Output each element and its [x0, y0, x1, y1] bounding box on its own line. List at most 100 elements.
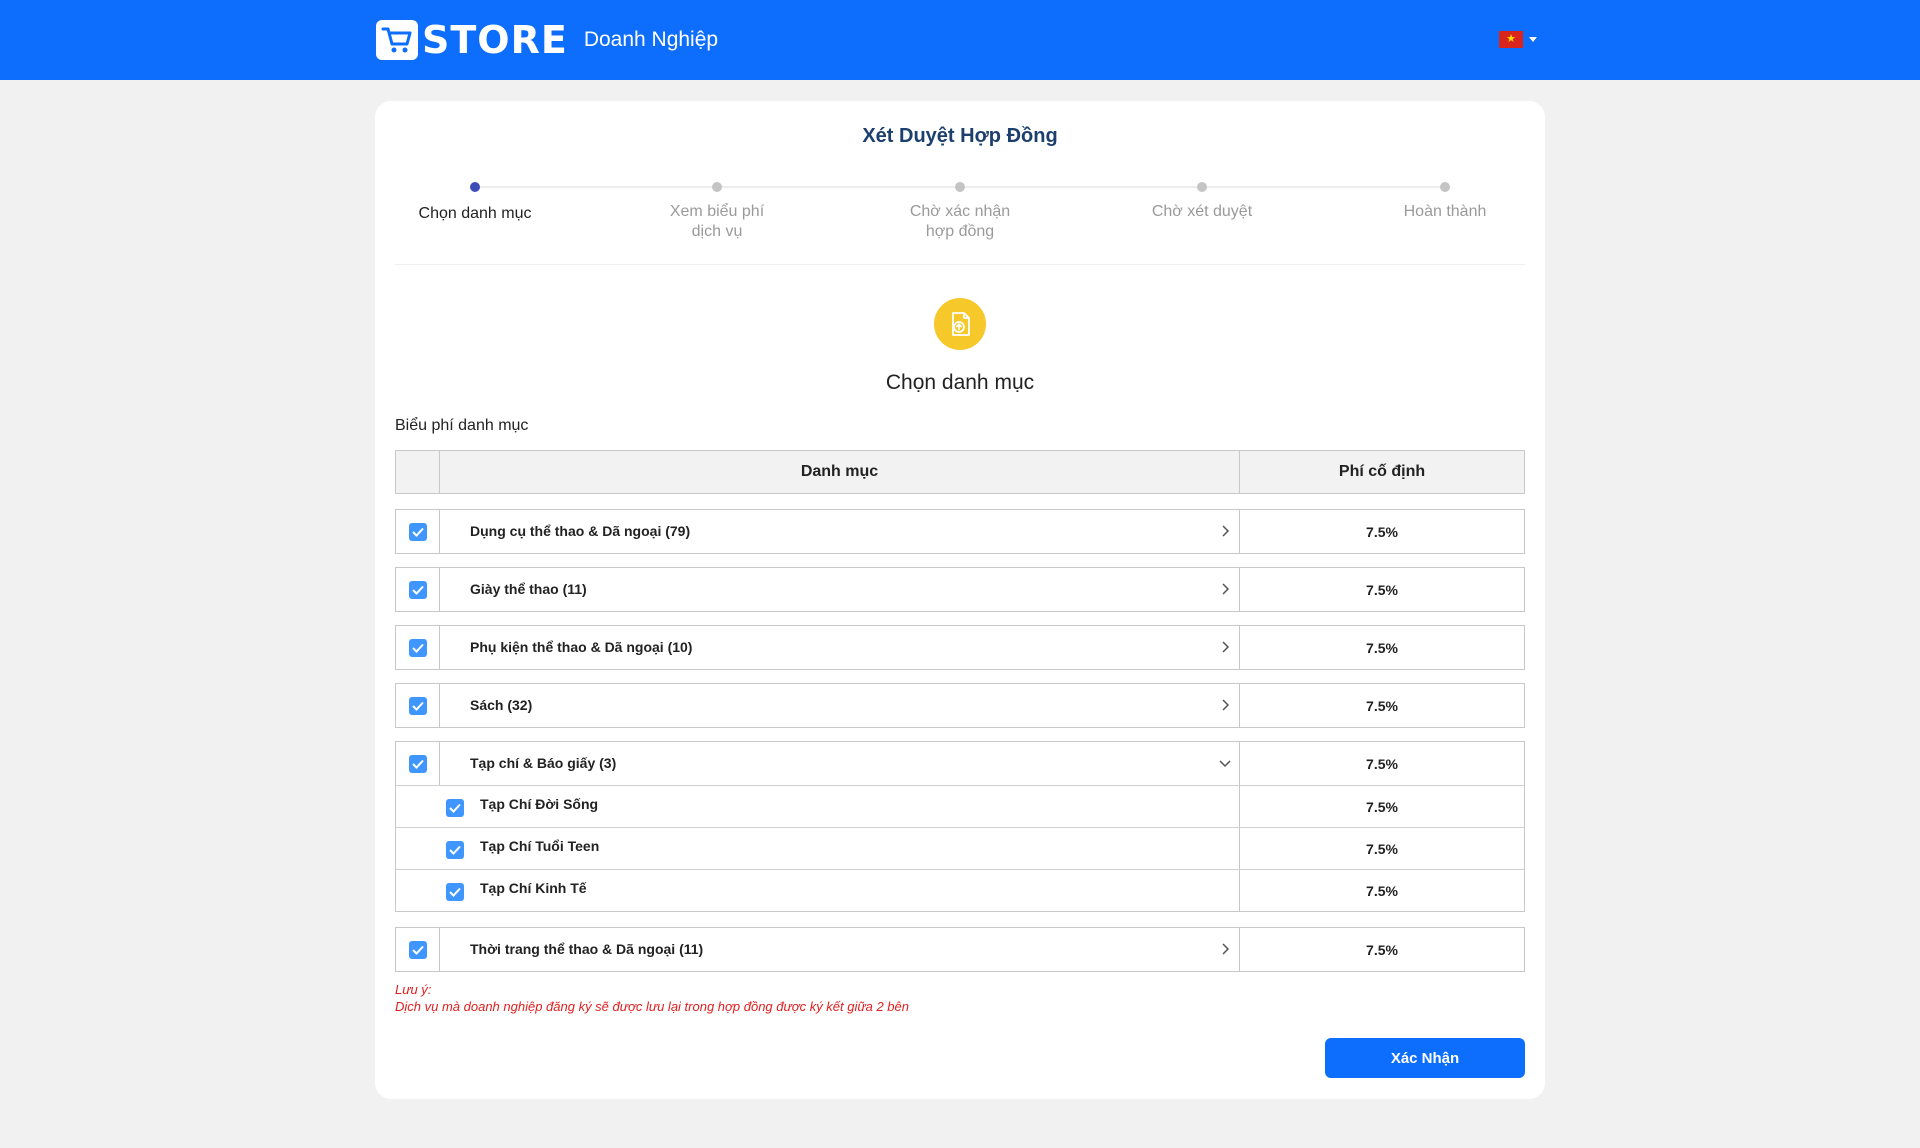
category-cell: Giày thể thao (11)	[440, 568, 1240, 611]
category-cell: Sách (32)	[440, 684, 1240, 727]
subcategory-checkbox[interactable]	[446, 883, 464, 901]
fee-cell: 7.5%	[1366, 697, 1398, 714]
document-upload-icon	[934, 298, 986, 350]
checkbox-cell	[396, 626, 440, 669]
fee-cell: 7.5%	[1366, 882, 1398, 899]
category-name: Thời trang thể thao & Dã ngoại (11)	[470, 941, 704, 957]
checkbox-cell	[396, 568, 440, 611]
step-dot	[955, 182, 965, 192]
category-checkbox[interactable]	[409, 523, 427, 541]
step-await-review: Chờ xét duyệt	[1122, 179, 1282, 222]
category-row-main: Sách (32) 7.5%	[396, 684, 1524, 727]
category-cell: Dụng cụ thể thao & Dã ngoại (79)	[440, 510, 1240, 553]
note-text: Dịch vụ mà doanh nghiệp đăng ký sẽ được …	[395, 999, 909, 1014]
note: Lưu ý: Dịch vụ mà doanh nghiệp đăng ký s…	[395, 981, 909, 1015]
progress-stepper: Chọn danh mục Xem biểu phí dịch vụ Chờ x…	[395, 179, 1525, 259]
category-row: Giày thể thao (11) 7.5%	[395, 567, 1525, 612]
step-label: Xem biểu phí dịch vụ	[669, 203, 765, 240]
category-name: Dụng cụ thể thao & Dã ngoại (79)	[470, 523, 691, 539]
divider	[395, 264, 1525, 265]
shopping-cart-icon	[376, 20, 418, 60]
header-fixed-fee: Phí cố định	[1338, 463, 1426, 480]
logo[interactable]: STORE Doanh Nghiệp	[376, 20, 718, 60]
category-row-expanded: Tạp chí & Báo giấy (3) 7.5% Tạp Chí Đời …	[395, 741, 1525, 912]
category-row-main: Giày thể thao (11) 7.5%	[396, 568, 1524, 611]
chevron-right-icon[interactable]	[1218, 640, 1232, 654]
subcategory-name: Tạp Chí Đời Sống	[480, 796, 599, 812]
step-dot-active	[470, 182, 480, 192]
category-name: Tạp chí & Báo giấy (3)	[470, 755, 617, 771]
category-cell: Phụ kiện thể thao & Dã ngoại (10)	[440, 626, 1240, 669]
caret-down-icon	[1529, 37, 1537, 42]
page-title: Xét Duyệt Hợp Đồng	[862, 125, 1058, 147]
subcategory-row: Tạp Chí Tuổi Teen 7.5%	[396, 827, 1524, 869]
note-title: Lưu ý:	[395, 982, 432, 997]
contract-review-card: Xét Duyệt Hợp Đồng Chọn danh mục Xem biể…	[375, 101, 1545, 1099]
step-dot	[1197, 182, 1207, 192]
category-cell: Thời trang thể thao & Dã ngoại (11)	[440, 928, 1240, 971]
checkbox-cell	[396, 684, 440, 727]
category-row: Dụng cụ thể thao & Dã ngoại (79) 7.5%	[395, 509, 1525, 554]
section-title: Chọn danh mục	[885, 371, 1035, 394]
subcategory-row: Tạp Chí Đời Sống 7.5%	[396, 785, 1524, 827]
subcategory-name: Tạp Chí Kinh Tế	[480, 880, 587, 896]
fee-cell: 7.5%	[1366, 755, 1398, 772]
logo-subtitle: Doanh Nghiệp	[583, 28, 719, 51]
category-row: Thời trang thể thao & Dã ngoại (11) 7.5%	[395, 927, 1525, 972]
category-checkbox[interactable]	[409, 755, 427, 773]
language-selector[interactable]: ★	[1499, 31, 1537, 48]
category-row-main: Phụ kiện thể thao & Dã ngoại (10) 7.5%	[396, 626, 1524, 669]
header-category: Danh mục	[440, 451, 1240, 493]
fee-cell: 7.5%	[1366, 523, 1398, 540]
category-name: Phụ kiện thể thao & Dã ngoại (10)	[470, 639, 693, 655]
checkbox-cell	[396, 510, 440, 553]
chevron-right-icon[interactable]	[1218, 582, 1232, 596]
top-bar: STORE Doanh Nghiệp ★	[0, 0, 1920, 80]
step-complete: Hoàn thành	[1365, 179, 1525, 222]
chevron-right-icon[interactable]	[1218, 524, 1232, 538]
subcategory-checkbox[interactable]	[446, 841, 464, 859]
vietnam-flag-icon: ★	[1499, 31, 1523, 48]
category-cell: Tạp chí & Báo giấy (3)	[440, 742, 1240, 785]
step-dot	[712, 182, 722, 192]
fee-cell: 7.5%	[1366, 798, 1398, 815]
category-checkbox[interactable]	[409, 941, 427, 959]
step-label: Chọn danh mục	[418, 205, 532, 222]
category-row-main: Dụng cụ thể thao & Dã ngoại (79) 7.5%	[396, 510, 1524, 553]
step-view-fees: Xem biểu phí dịch vụ	[637, 179, 797, 242]
subcategory-checkbox[interactable]	[446, 799, 464, 817]
category-checkbox[interactable]	[409, 697, 427, 715]
step-await-confirmation: Chờ xác nhận hợp đồng	[880, 179, 1040, 242]
category-checkbox[interactable]	[409, 581, 427, 599]
chevron-right-icon[interactable]	[1218, 698, 1232, 712]
checkbox-cell	[396, 928, 440, 971]
confirm-button[interactable]: Xác Nhận	[1325, 1038, 1525, 1078]
subcategory-cell: Tạp Chí Đời Sống	[396, 786, 1240, 827]
step-dot	[1440, 182, 1450, 192]
step-label: Chờ xác nhận hợp đồng	[909, 203, 1011, 240]
table-caption: Biểu phí danh mục	[395, 417, 529, 434]
category-name: Giày thể thao (11)	[470, 581, 587, 597]
category-name: Sách (32)	[470, 697, 533, 713]
fee-cell: 7.5%	[1366, 840, 1398, 857]
subcategory-row: Tạp Chí Kinh Tế 7.5%	[396, 869, 1524, 911]
subcategory-name: Tạp Chí Tuổi Teen	[480, 838, 600, 854]
category-row: Sách (32) 7.5%	[395, 683, 1525, 728]
fee-cell: 7.5%	[1366, 581, 1398, 598]
category-row-main: Thời trang thể thao & Dã ngoại (11) 7.5%	[396, 928, 1524, 971]
header-checkbox-cell	[396, 451, 440, 493]
category-checkbox[interactable]	[409, 639, 427, 657]
step-choose-category: Chọn danh mục	[395, 179, 555, 224]
logo-text: STORE	[422, 18, 568, 62]
table-header: Danh mục Phí cố định	[395, 450, 1525, 494]
fee-cell: 7.5%	[1366, 639, 1398, 656]
checkbox-cell	[396, 742, 440, 785]
subcategory-cell: Tạp Chí Tuổi Teen	[396, 828, 1240, 869]
step-label: Chờ xét duyệt	[1151, 203, 1253, 220]
chevron-down-icon[interactable]	[1218, 756, 1232, 770]
category-row: Phụ kiện thể thao & Dã ngoại (10) 7.5%	[395, 625, 1525, 670]
subcategory-cell: Tạp Chí Kinh Tế	[396, 870, 1240, 911]
chevron-right-icon[interactable]	[1218, 942, 1232, 956]
step-label: Hoàn thành	[1403, 203, 1487, 220]
fee-cell: 7.5%	[1366, 941, 1398, 958]
